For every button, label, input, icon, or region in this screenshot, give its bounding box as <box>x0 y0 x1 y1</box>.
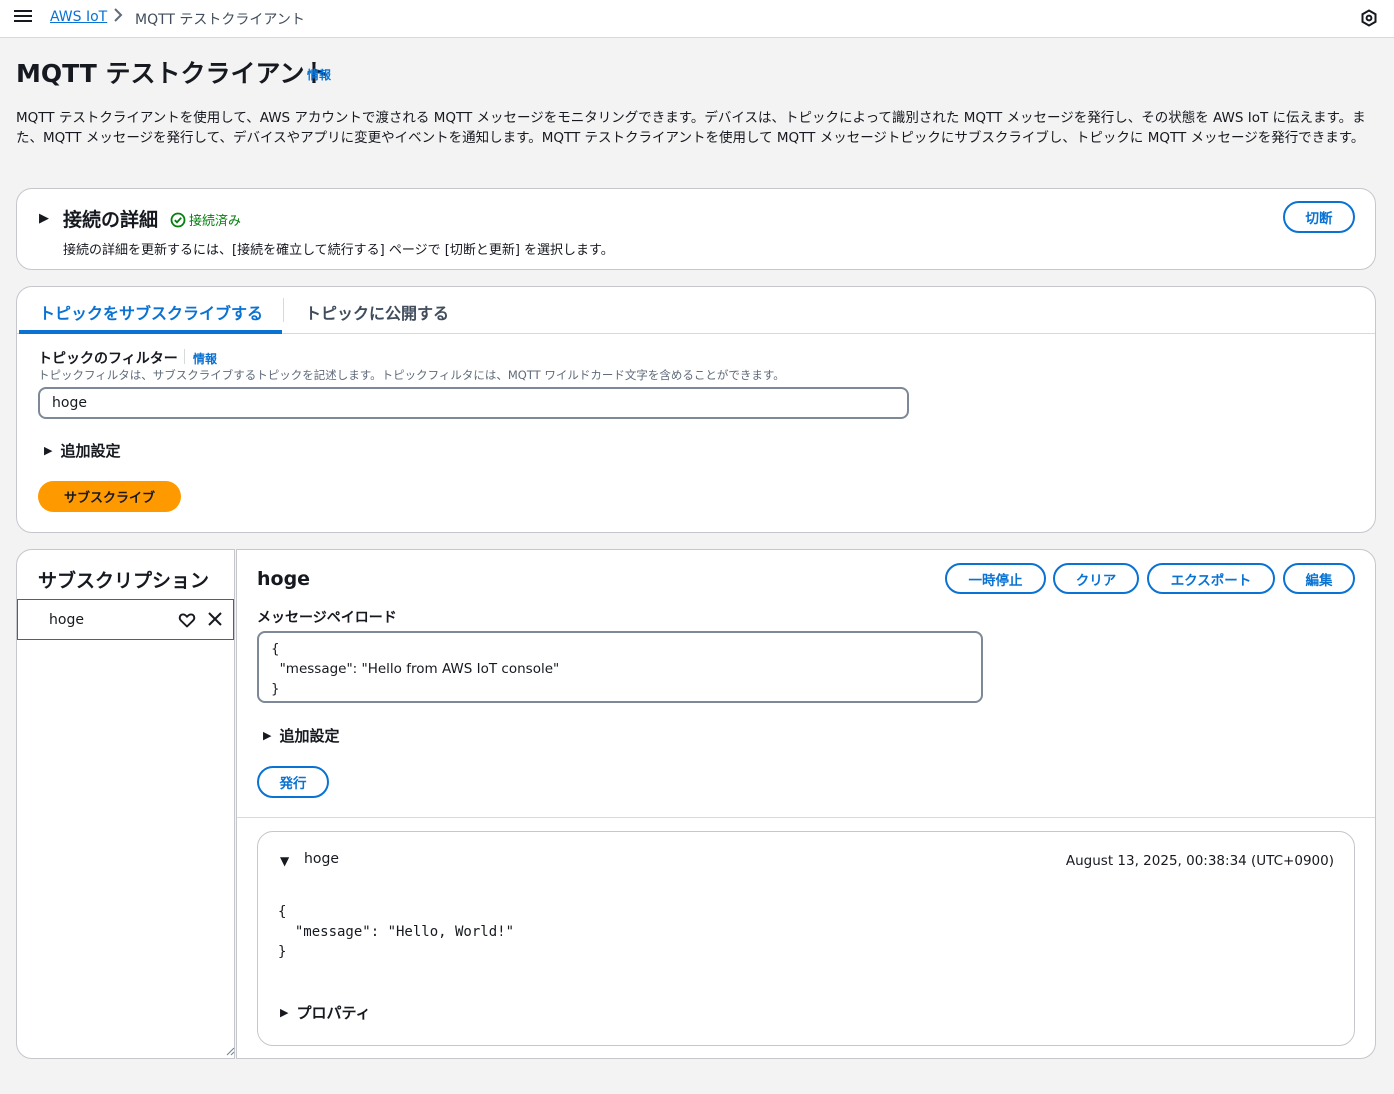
subscriptions-title: サブスクリプション <box>38 570 210 592</box>
expand-caret-icon: ▶ <box>263 729 272 742</box>
topic-filter-input[interactable] <box>38 387 909 419</box>
message-properties-expander[interactable]: ▶ プロパティ <box>280 1002 371 1023</box>
message-panel: hoge 一時停止 クリア エクスポート 編集 メッセージペイロード { "me… <box>236 549 1376 1059</box>
page-description: MQTT テストクライアントを使用して、AWS アカウントで渡される MQTT … <box>16 110 1366 146</box>
breadcrumb-aws-iot-link[interactable]: AWS IoT <box>50 9 107 25</box>
tab-subscribe[interactable]: トピックをサブスクライブする <box>39 300 263 324</box>
collapse-caret-icon[interactable]: ▼ <box>280 854 289 868</box>
topic-filter-description: トピックフィルタは、サブスクライブするトピックを記述します。トピックフィルタには… <box>38 368 785 382</box>
subscriptions-panel: サブスクリプション hoge <box>16 549 235 1059</box>
page-title: MQTT テストクライアント <box>16 59 330 88</box>
connection-details-card: ▶ 接続の詳細 接続済み 接続の詳細を更新するには、[接続を確立して続行する] … <box>16 188 1376 270</box>
received-message-body: { "message": "Hello, World!" } <box>278 904 515 960</box>
check-circle-icon <box>170 212 186 227</box>
additional-settings-label: 追加設定 <box>60 442 121 460</box>
received-message-topic: hoge <box>304 851 339 867</box>
received-message-timestamp: August 13, 2025, 00:38:34 (UTC+0900) <box>1065 853 1334 869</box>
subscription-item[interactable]: hoge <box>17 599 234 640</box>
subscribe-additional-settings[interactable]: ▶ 追加設定 <box>44 440 120 461</box>
disconnect-button[interactable]: 切断 <box>1283 201 1355 233</box>
top-navigation-bar: AWS IoT MQTT テストクライアント <box>0 0 1394 38</box>
edit-button[interactable]: 編集 <box>1283 563 1355 594</box>
publish-button[interactable]: 発行 <box>257 766 329 798</box>
message-payload-textarea[interactable]: { "message": "Hello from AWS IoT console… <box>257 631 983 703</box>
message-panel-topic: hoge <box>257 568 311 590</box>
subscription-item-label: hoge <box>49 612 84 628</box>
received-message-card: ▼ hoge August 13, 2025, 00:38:34 (UTC+09… <box>257 831 1355 1046</box>
breadcrumb-current: MQTT テストクライアント <box>135 12 305 28</box>
export-button[interactable]: エクスポート <box>1147 563 1275 594</box>
clear-button[interactable]: クリア <box>1053 563 1139 594</box>
additional-settings-label: 追加設定 <box>279 727 340 745</box>
topic-filter-info-link[interactable]: 情報 <box>193 350 217 367</box>
active-tab-indicator <box>19 330 282 334</box>
publish-additional-settings[interactable]: ▶ 追加設定 <box>263 725 339 746</box>
connection-status: 接続済み <box>170 210 241 229</box>
expand-caret-icon[interactable]: ▶ <box>39 211 49 226</box>
title-info-link[interactable]: 情報 <box>307 66 331 83</box>
tab-publish[interactable]: トピックに公開する <box>305 300 449 324</box>
connection-details-title[interactable]: 接続の詳細 <box>63 205 158 232</box>
label-divider <box>184 349 185 364</box>
expand-caret-icon: ▶ <box>44 444 53 457</box>
chevron-right-icon <box>113 8 123 26</box>
settings-hexagon-icon[interactable] <box>1360 9 1378 27</box>
section-divider <box>237 817 1375 818</box>
tab-divider <box>283 298 284 322</box>
tab-list: トピックをサブスクライブする トピックに公開する <box>17 287 1375 334</box>
heart-icon[interactable] <box>178 611 196 629</box>
resize-handle-icon[interactable] <box>225 1046 235 1056</box>
menu-icon[interactable] <box>14 8 32 26</box>
topic-actions-card: トピックをサブスクライブする トピックに公開する トピックのフィルター 情報 ト… <box>16 286 1376 533</box>
properties-label: プロパティ <box>296 1004 371 1022</box>
topic-filter-label: トピックのフィルター <box>38 351 178 367</box>
connection-note: 接続の詳細を更新するには、[接続を確立して続行する] ページで [切断と更新] … <box>63 243 614 258</box>
message-payload-label: メッセージペイロード <box>257 610 397 626</box>
pause-button[interactable]: 一時停止 <box>945 563 1046 594</box>
expand-caret-icon: ▶ <box>280 1006 289 1019</box>
connection-status-label: 接続済み <box>189 214 242 229</box>
subscribe-button[interactable]: サブスクライブ <box>38 481 181 512</box>
close-icon[interactable] <box>206 610 224 628</box>
